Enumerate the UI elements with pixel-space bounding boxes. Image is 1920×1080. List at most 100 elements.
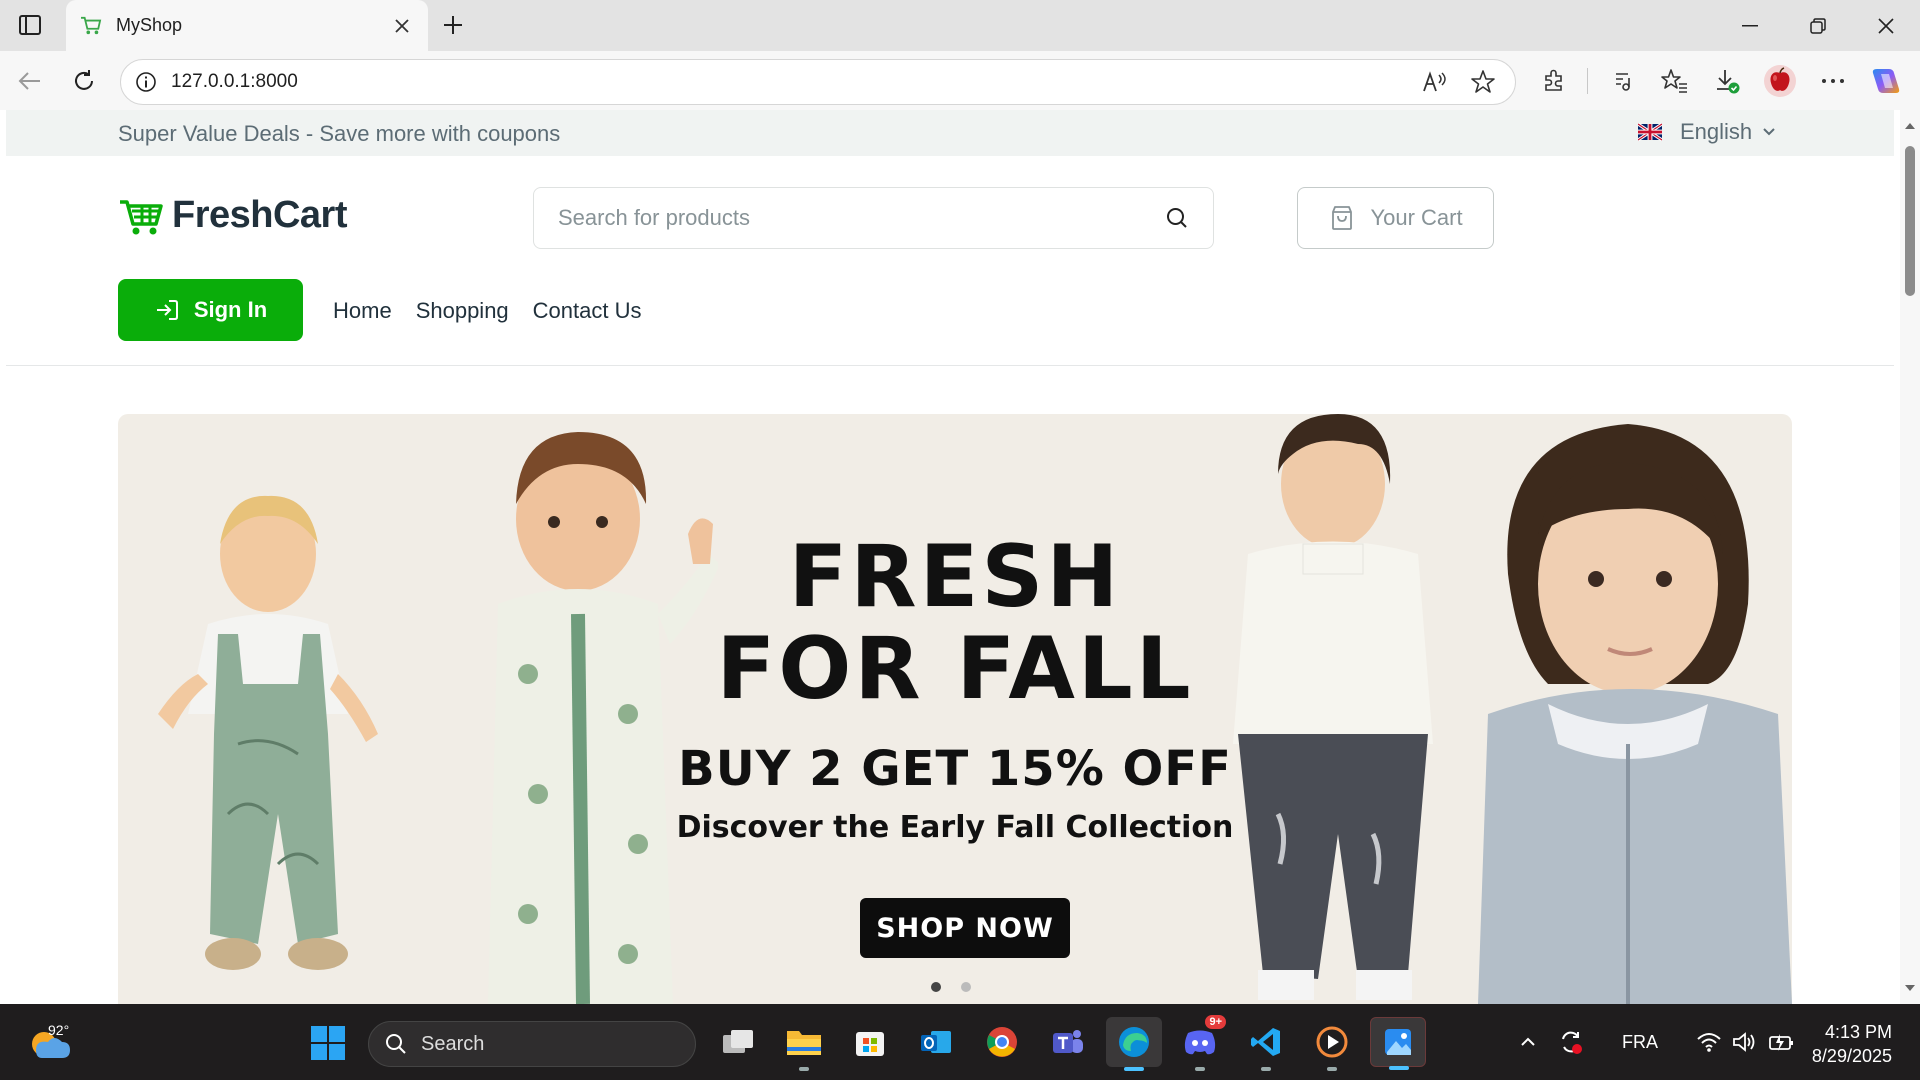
read-aloud-icon bbox=[1423, 71, 1446, 92]
chrome-app[interactable] bbox=[974, 1017, 1030, 1067]
star-icon bbox=[1471, 70, 1495, 93]
carousel-dot-1[interactable] bbox=[931, 982, 941, 992]
extensions-button[interactable] bbox=[1534, 61, 1574, 101]
chevron-down-icon bbox=[1763, 128, 1775, 136]
windows-start-icon[interactable] bbox=[311, 1026, 345, 1060]
language-selector[interactable]: English bbox=[1638, 119, 1776, 145]
scroll-thumb[interactable] bbox=[1905, 146, 1915, 296]
show-hidden-icons-button[interactable] bbox=[1520, 1037, 1536, 1047]
chrome-icon bbox=[987, 1027, 1017, 1057]
teams-icon bbox=[1053, 1030, 1083, 1053]
taskbar-search-label: Search bbox=[421, 1032, 485, 1055]
downloads-button[interactable] bbox=[1707, 61, 1747, 101]
wifi-icon bbox=[1697, 1033, 1721, 1052]
product-search-input[interactable]: Search for products bbox=[533, 187, 1214, 249]
profile-button[interactable] bbox=[1760, 61, 1800, 101]
carousel-dots bbox=[931, 982, 991, 992]
apple-avatar-icon bbox=[1764, 65, 1796, 97]
media-control-button[interactable] bbox=[1601, 61, 1641, 101]
tab-title: MyShop bbox=[116, 15, 183, 35]
refresh-icon bbox=[75, 70, 93, 90]
outlook-icon bbox=[921, 1031, 951, 1053]
nav-contact-us[interactable]: Contact Us bbox=[533, 298, 642, 324]
discord-badge: 9+ bbox=[1205, 1015, 1226, 1029]
toolbar-separator bbox=[1587, 68, 1588, 94]
microsoft-store-app[interactable] bbox=[842, 1017, 898, 1067]
shop-now-button[interactable]: SHOP NOW bbox=[860, 898, 1070, 958]
outlook-app[interactable] bbox=[908, 1017, 964, 1067]
more-dots-icon bbox=[1822, 79, 1844, 83]
wifi-button[interactable] bbox=[1696, 1031, 1722, 1053]
logo-text: FreshCart bbox=[172, 194, 348, 236]
scroll-up-arrow-icon[interactable] bbox=[1904, 120, 1916, 132]
battery-charging-icon bbox=[1769, 1034, 1793, 1051]
tab-actions-button[interactable] bbox=[14, 10, 46, 40]
window-controls bbox=[1716, 0, 1920, 51]
close-window-button[interactable] bbox=[1852, 0, 1920, 51]
photos-icon bbox=[1385, 1029, 1411, 1055]
cart-favicon-icon bbox=[81, 16, 102, 34]
address-bar[interactable]: 127.0.0.1:8000 bbox=[120, 59, 1516, 105]
tab-close-button[interactable] bbox=[390, 14, 414, 38]
chevron-up-icon bbox=[1521, 1037, 1535, 1046]
refresh-button[interactable] bbox=[66, 63, 102, 99]
read-aloud-button[interactable] bbox=[1417, 64, 1453, 100]
task-view-icon bbox=[723, 1030, 753, 1053]
info-icon[interactable] bbox=[135, 71, 157, 93]
discord-app[interactable]: 9+ bbox=[1172, 1015, 1228, 1071]
system-tray: FRA bbox=[1520, 1004, 1818, 1080]
scroll-down-arrow-icon[interactable] bbox=[1904, 982, 1916, 994]
system-clock[interactable]: 4:13 PM 8/29/2025 bbox=[1812, 1020, 1892, 1068]
sync-status-button[interactable] bbox=[1558, 1029, 1584, 1055]
teams-app[interactable] bbox=[1040, 1017, 1096, 1067]
photos-app[interactable] bbox=[1370, 1017, 1426, 1070]
vscode-icon bbox=[1251, 1028, 1280, 1056]
more-menu-button[interactable] bbox=[1813, 61, 1853, 101]
cart-logo-icon bbox=[120, 199, 163, 234]
copilot-icon bbox=[1872, 69, 1900, 93]
play-circle-icon bbox=[1316, 1026, 1348, 1058]
page-scrollbar[interactable] bbox=[1900, 110, 1920, 1004]
store-icon bbox=[856, 1032, 884, 1056]
your-cart-button[interactable]: Your Cart bbox=[1297, 187, 1494, 249]
minimize-button[interactable] bbox=[1716, 0, 1784, 51]
media-player-app[interactable] bbox=[1304, 1017, 1360, 1071]
clock-time: 4:13 PM bbox=[1824, 1022, 1892, 1042]
favorite-button[interactable] bbox=[1465, 64, 1501, 100]
edge-app[interactable] bbox=[1106, 1017, 1162, 1071]
discord-icon bbox=[1184, 1030, 1216, 1055]
sign-in-label: Sign In bbox=[193, 297, 268, 322]
carousel-dot-2[interactable] bbox=[961, 982, 971, 992]
task-view-app[interactable] bbox=[710, 1017, 766, 1067]
clock-date: 8/29/2025 bbox=[1811, 1046, 1892, 1066]
shopping-bag-icon bbox=[1332, 206, 1353, 230]
restore-icon bbox=[1810, 17, 1826, 34]
browser-tab-myshop[interactable]: MyShop bbox=[66, 0, 428, 51]
vscode-app[interactable] bbox=[1238, 1017, 1294, 1071]
search-icon[interactable] bbox=[1165, 206, 1189, 230]
back-arrow-icon bbox=[18, 72, 40, 90]
deals-text: Super Value Deals - Save more with coupo… bbox=[118, 121, 561, 146]
toolbar-icons bbox=[1534, 61, 1919, 101]
freshcart-logo[interactable]: FreshCart bbox=[118, 194, 348, 237]
sign-in-button[interactable]: Sign In bbox=[118, 279, 303, 341]
new-tab-button[interactable] bbox=[438, 10, 468, 40]
back-button[interactable] bbox=[12, 63, 48, 99]
search-icon bbox=[386, 1034, 406, 1054]
taskbar-search[interactable]: Search bbox=[368, 1021, 696, 1067]
browser-tab-bar: MyShop bbox=[0, 0, 1920, 51]
hero-banner[interactable]: FRESH FOR FALL BUY 2 GET 15% OFF Discove… bbox=[118, 414, 1792, 1004]
url-text[interactable]: 127.0.0.1:8000 bbox=[171, 71, 1405, 93]
nav-shopping[interactable]: Shopping bbox=[416, 298, 509, 324]
restore-button[interactable] bbox=[1784, 0, 1852, 51]
file-explorer-app[interactable] bbox=[776, 1017, 832, 1071]
header-divider bbox=[6, 365, 1894, 366]
favorites-button[interactable] bbox=[1654, 61, 1694, 101]
volume-button[interactable] bbox=[1732, 1031, 1758, 1053]
copilot-button[interactable] bbox=[1866, 61, 1906, 101]
battery-button[interactable] bbox=[1768, 1031, 1796, 1053]
main-nav: Home Shopping Contact Us bbox=[333, 298, 666, 324]
input-language[interactable]: FRA bbox=[1622, 1032, 1658, 1053]
nav-home[interactable]: Home bbox=[333, 298, 392, 324]
edge-icon bbox=[1119, 1027, 1149, 1057]
